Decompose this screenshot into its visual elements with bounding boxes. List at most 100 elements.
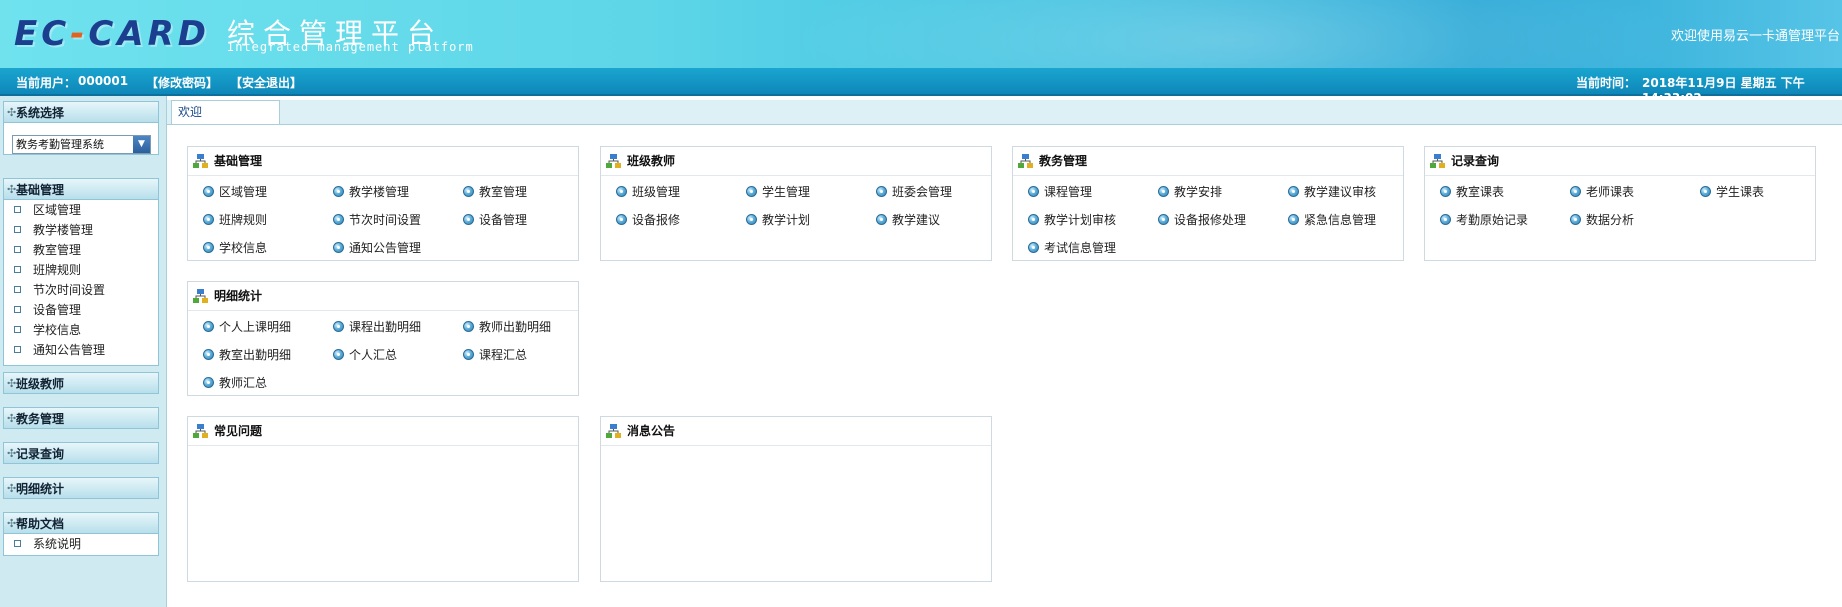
panel-record-query: 记录查询 教室课表 老师课表 学生课表 考勤原始记录 数据分析 <box>1424 146 1816 261</box>
link-teacher-summary[interactable]: 教师汇总 <box>203 375 267 391</box>
sidebar-item-period-time[interactable]: 节次时间设置 <box>4 280 158 300</box>
link-board-rules[interactable]: 班牌规则 <box>203 212 267 228</box>
link-area-management[interactable]: 区域管理 <box>203 184 267 200</box>
sidebar-item-label: 区域管理 <box>33 203 82 217</box>
sidebar-basic-list: 区域管理 教学楼管理 教室管理 班牌规则 节次时间设置 设备管理 学校信息 通知… <box>3 200 159 366</box>
link-teacher-attendance-detail[interactable]: 教师出勤明细 <box>463 319 551 335</box>
link-period-time[interactable]: 节次时间设置 <box>333 212 421 228</box>
divider <box>188 310 578 311</box>
dropdown-arrow-icon: ▼ <box>133 136 150 153</box>
divider <box>188 175 578 176</box>
link-class-committee[interactable]: 班委会管理 <box>876 184 952 200</box>
sidebar-section-class-teacher[interactable]: ✣ 班级教师 <box>3 372 159 394</box>
sidebar-section-records[interactable]: ✣ 记录查询 <box>3 442 159 464</box>
tab-bar: 欢迎 <box>167 100 1842 125</box>
link-teacher-schedule[interactable]: 老师课表 <box>1570 184 1634 200</box>
sidebar-item-building[interactable]: 教学楼管理 <box>4 220 158 240</box>
sidebar-item-label: 教学楼管理 <box>33 223 94 237</box>
link-personal-summary[interactable]: 个人汇总 <box>333 347 397 363</box>
current-user-id: 000001 <box>78 74 129 88</box>
sidebar-section-help[interactable]: ✣ 帮助文档 <box>3 512 159 534</box>
link-course-management[interactable]: 课程管理 <box>1028 184 1092 200</box>
sidebar-section-details[interactable]: ✣ 明细统计 <box>3 477 159 499</box>
plus-icon: ✣ <box>7 412 17 425</box>
sidebar-item-board-rules[interactable]: 班牌规则 <box>4 260 158 280</box>
link-teaching-advice[interactable]: 教学建议 <box>876 212 940 228</box>
ec-card-logo: EC-CARD <box>14 14 210 54</box>
panel-title-text: 常见问题 <box>214 424 263 438</box>
link-text: 班牌规则 <box>219 213 268 227</box>
link-student-management[interactable]: 学生管理 <box>746 184 810 200</box>
panel-title: 消息公告 <box>606 423 675 439</box>
divider <box>601 445 991 446</box>
link-plan-review[interactable]: 教学计划审核 <box>1028 212 1116 228</box>
link-classroom-attendance-detail[interactable]: 教室出勤明细 <box>203 347 291 363</box>
link-class-management[interactable]: 班级管理 <box>616 184 680 200</box>
panel-title-text: 班级教师 <box>627 154 676 168</box>
link-course-summary[interactable]: 课程汇总 <box>463 347 527 363</box>
sidebar-item-area[interactable]: 区域管理 <box>4 200 158 220</box>
link-text: 通知公告管理 <box>349 241 422 255</box>
sidebar-item-notices[interactable]: 通知公告管理 <box>4 340 158 360</box>
blue-orb-icon <box>333 242 344 253</box>
org-chart-icon <box>1018 154 1033 168</box>
link-text: 课程出勤明细 <box>349 320 422 334</box>
link-device-management[interactable]: 设备管理 <box>463 212 527 228</box>
link-course-attendance-detail[interactable]: 课程出勤明细 <box>333 319 421 335</box>
link-text: 学生课表 <box>1716 185 1765 199</box>
link-text: 教学计划 <box>762 213 811 227</box>
link-text: 紧急信息管理 <box>1304 213 1377 227</box>
link-notice-management[interactable]: 通知公告管理 <box>333 240 421 256</box>
org-chart-icon <box>606 154 621 168</box>
link-advice-review[interactable]: 教学建议审核 <box>1288 184 1376 200</box>
blue-orb-icon <box>203 214 214 225</box>
link-text: 学校信息 <box>219 241 268 255</box>
link-student-schedule[interactable]: 学生课表 <box>1700 184 1764 200</box>
logo-text-card: CARD <box>88 14 210 54</box>
link-building-management[interactable]: 教学楼管理 <box>333 184 409 200</box>
sidebar-section-title: 帮助文档 <box>16 517 65 531</box>
current-time-label: 当前时间： <box>1576 76 1637 90</box>
link-classroom-schedule[interactable]: 教室课表 <box>1440 184 1504 200</box>
square-icon <box>14 286 21 293</box>
plus-icon: ✣ <box>7 377 17 390</box>
link-text: 教学安排 <box>1174 185 1223 199</box>
blue-orb-icon <box>1570 186 1581 197</box>
sidebar-item-classroom[interactable]: 教室管理 <box>4 240 158 260</box>
welcome-text: 欢迎使用易云一卡通管理平台 <box>1670 29 1840 44</box>
link-exam-info[interactable]: 考试信息管理 <box>1028 240 1116 256</box>
system-select-dropdown[interactable]: 教务考勤管理系统 ▼ <box>12 135 151 154</box>
sidebar-section-academic[interactable]: ✣ 教务管理 <box>3 407 159 429</box>
divider <box>1425 175 1815 176</box>
org-chart-icon <box>1430 154 1445 168</box>
link-classroom-management[interactable]: 教室管理 <box>463 184 527 200</box>
blue-orb-icon <box>333 186 344 197</box>
link-school-info[interactable]: 学校信息 <box>203 240 267 256</box>
logout-link[interactable]: 【安全退出】 <box>230 74 302 91</box>
link-teaching-plan[interactable]: 教学计划 <box>746 212 810 228</box>
link-repair-handling[interactable]: 设备报修处理 <box>1158 212 1246 228</box>
blue-orb-icon <box>203 242 214 253</box>
link-data-analysis[interactable]: 数据分析 <box>1570 212 1634 228</box>
link-emergency-info[interactable]: 紧急信息管理 <box>1288 212 1376 228</box>
link-personal-class-detail[interactable]: 个人上课明细 <box>203 319 291 335</box>
square-icon <box>14 206 21 213</box>
panel-title-text: 基础管理 <box>214 154 263 168</box>
link-teaching-schedule[interactable]: 教学安排 <box>1158 184 1222 200</box>
blue-orb-icon <box>746 186 757 197</box>
link-device-repair[interactable]: 设备报修 <box>616 212 680 228</box>
change-password-link[interactable]: 【修改密码】 <box>146 74 218 91</box>
sidebar: ✣ 系统选择 ✣ 基础管理 区域管理 教学楼管理 教室管理 班牌规则 节次时间设… <box>0 96 167 607</box>
blue-orb-icon <box>1440 214 1451 225</box>
sidebar-item-devices[interactable]: 设备管理 <box>4 300 158 320</box>
link-attendance-raw[interactable]: 考勤原始记录 <box>1440 212 1528 228</box>
sidebar-section-system-select[interactable]: ✣ 系统选择 <box>3 101 159 123</box>
sidebar-item-system-manual[interactable]: 系统说明 <box>4 534 158 554</box>
sidebar-section-basic[interactable]: ✣ 基础管理 <box>3 178 159 200</box>
blue-orb-icon <box>1028 186 1039 197</box>
sidebar-item-school-info[interactable]: 学校信息 <box>4 320 158 340</box>
tab-welcome[interactable]: 欢迎 <box>171 100 280 124</box>
blue-orb-icon <box>1288 186 1299 197</box>
sidebar-section-title: 系统选择 <box>16 106 65 120</box>
plus-icon: ✣ <box>7 447 17 460</box>
